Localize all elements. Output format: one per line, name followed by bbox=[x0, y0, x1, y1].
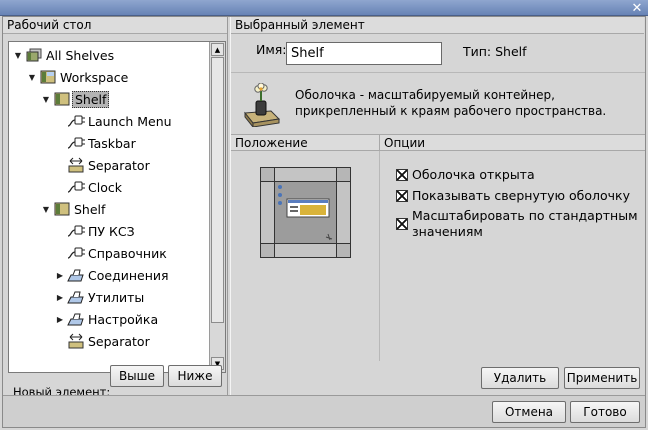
separator-icon bbox=[67, 333, 85, 349]
type-label: Тип: Shelf bbox=[463, 44, 527, 59]
name-field[interactable]: Shelf bbox=[286, 42, 442, 65]
title-bar: ✕ bbox=[0, 0, 648, 16]
shelf-icon bbox=[53, 91, 71, 107]
section-divider bbox=[379, 151, 380, 361]
tree-node-label: Workspace bbox=[60, 69, 129, 85]
scroll-thumb[interactable] bbox=[211, 57, 224, 323]
desktop-pane: Рабочий стол ▼ All Shelves ▼ Workspace ▼… bbox=[3, 17, 228, 399]
delete-button[interactable]: Удалить bbox=[481, 367, 559, 389]
section-headers: Положение Опции bbox=[231, 134, 645, 151]
plug-icon bbox=[67, 135, 85, 151]
description-line-2: прикрепленный к краям рабочего пространс… bbox=[295, 104, 607, 118]
option-label: Масштабировать по стандартным значениям bbox=[412, 208, 638, 240]
tree-node-label: ПУ КСЗ bbox=[88, 223, 135, 239]
tree-node-utilities[interactable]: ▶ Утилиты bbox=[55, 287, 146, 307]
shelf-tree[interactable]: ▼ All Shelves ▼ Workspace ▼ Shelf Launch… bbox=[8, 41, 226, 373]
selected-element-header: Выбранный элемент bbox=[231, 17, 644, 34]
tree-node-label: Справочник bbox=[88, 245, 167, 261]
tree-node-connections[interactable]: ▶ Соединения bbox=[55, 265, 171, 285]
tree-node-label: Clock bbox=[88, 179, 122, 195]
plug-icon bbox=[67, 179, 85, 195]
tree-node-launch-menu[interactable]: Launch Menu bbox=[65, 111, 174, 131]
plug-icon bbox=[67, 223, 85, 239]
plug-icon bbox=[67, 113, 85, 129]
all-shelves-icon bbox=[25, 47, 43, 63]
option-label: Оболочка открыта bbox=[412, 167, 535, 182]
tree-node-workspace[interactable]: ▼ Workspace bbox=[27, 67, 130, 87]
ok-button[interactable]: Готово bbox=[570, 401, 640, 423]
below-button[interactable]: Ниже bbox=[168, 365, 222, 387]
description-text: Оболочка - масштабируемый контейнер, при… bbox=[295, 87, 635, 119]
expanded-arrow-icon[interactable]: ▼ bbox=[41, 204, 51, 214]
tree-node-pu-ksz[interactable]: ПУ КСЗ bbox=[65, 221, 137, 241]
options-header: Опции bbox=[384, 136, 426, 150]
tree-node-label: Separator bbox=[88, 157, 150, 173]
checkbox-checked[interactable] bbox=[396, 218, 408, 230]
option-label-line-1: Масштабировать по стандартным bbox=[412, 208, 638, 223]
footer-bar: Отмена Готово bbox=[3, 395, 645, 427]
option-shelf-open[interactable]: Оболочка открыта bbox=[396, 167, 535, 183]
above-button[interactable]: Выше bbox=[110, 365, 164, 387]
expanded-arrow-icon[interactable]: ▼ bbox=[13, 50, 23, 60]
plug-icon bbox=[67, 245, 85, 261]
collapsed-arrow-icon[interactable]: ▶ bbox=[55, 314, 65, 324]
tree-node-shelf-selected[interactable]: ▼ Shelf bbox=[41, 89, 110, 109]
selected-element-pane: Выбранный элемент Имя: Shelf Тип: Shelf … bbox=[230, 17, 645, 395]
tree-node-separator[interactable]: Separator bbox=[65, 155, 152, 175]
description-area: Оболочка - масштабируемый контейнер, при… bbox=[231, 72, 645, 134]
drawer-icon bbox=[67, 267, 85, 283]
expanded-arrow-icon[interactable]: ▼ bbox=[27, 72, 37, 82]
tree-node-taskbar[interactable]: Taskbar bbox=[65, 133, 138, 153]
drawer-icon bbox=[67, 289, 85, 305]
description-line-1: Оболочка - масштабируемый контейнер, bbox=[295, 88, 555, 102]
option-show-collapsed[interactable]: Показывать свернутую оболочку bbox=[396, 188, 630, 204]
collapsed-arrow-icon[interactable]: ▶ bbox=[55, 292, 65, 302]
option-label-line-2: значениям bbox=[412, 224, 483, 239]
desktop-pane-header: Рабочий стол bbox=[3, 17, 227, 34]
drawer-icon bbox=[67, 311, 85, 327]
name-label: Имя: bbox=[256, 42, 287, 57]
tree-node-settings[interactable]: ▶ Настройка bbox=[55, 309, 160, 329]
tree-node-label: Shelf bbox=[72, 90, 110, 108]
tree-node-label: Утилиты bbox=[88, 289, 145, 305]
tree-list: ▼ All Shelves ▼ Workspace ▼ Shelf Launch… bbox=[9, 42, 209, 372]
tree-node-label: All Shelves bbox=[46, 47, 115, 63]
shelf-icon bbox=[53, 201, 71, 217]
tree-scrollbar[interactable]: ▲ ▼ bbox=[209, 42, 225, 372]
shelf-flower-icon bbox=[241, 82, 281, 129]
cancel-button[interactable]: Отмена bbox=[492, 401, 566, 423]
checkbox-checked[interactable] bbox=[396, 169, 408, 181]
checkbox-checked[interactable] bbox=[396, 190, 408, 202]
workspace-icon bbox=[39, 69, 57, 85]
tree-node-label: Separator bbox=[88, 333, 150, 349]
tree-node-label: Launch Menu bbox=[88, 113, 172, 129]
header-divider bbox=[379, 135, 380, 151]
tree-node-label: Настройка bbox=[88, 311, 159, 327]
tree-node-label: Shelf bbox=[74, 201, 106, 217]
option-scale-default[interactable]: Масштабировать по стандартным значениям bbox=[396, 208, 638, 240]
tree-node-all-shelves[interactable]: ▼ All Shelves bbox=[13, 45, 116, 65]
tree-node-separator-2[interactable]: Separator bbox=[65, 331, 152, 351]
tree-node-reference[interactable]: Справочник bbox=[65, 243, 169, 263]
option-label: Показывать свернутую оболочку bbox=[412, 188, 631, 203]
close-icon[interactable]: ✕ bbox=[630, 1, 644, 16]
apply-button[interactable]: Применить bbox=[564, 367, 640, 389]
tree-node-clock[interactable]: Clock bbox=[65, 177, 124, 197]
tree-node-shelf-2[interactable]: ▼ Shelf bbox=[41, 199, 107, 219]
tree-node-label: Taskbar bbox=[88, 135, 136, 151]
position-header: Положение bbox=[235, 136, 308, 150]
scroll-up-icon[interactable]: ▲ bbox=[211, 43, 224, 56]
collapsed-arrow-icon[interactable]: ▶ bbox=[55, 270, 65, 280]
tree-node-label: Соединения bbox=[88, 267, 169, 283]
expanded-arrow-icon[interactable]: ▼ bbox=[41, 94, 51, 104]
position-selector[interactable] bbox=[260, 167, 351, 258]
separator-icon bbox=[67, 157, 85, 173]
